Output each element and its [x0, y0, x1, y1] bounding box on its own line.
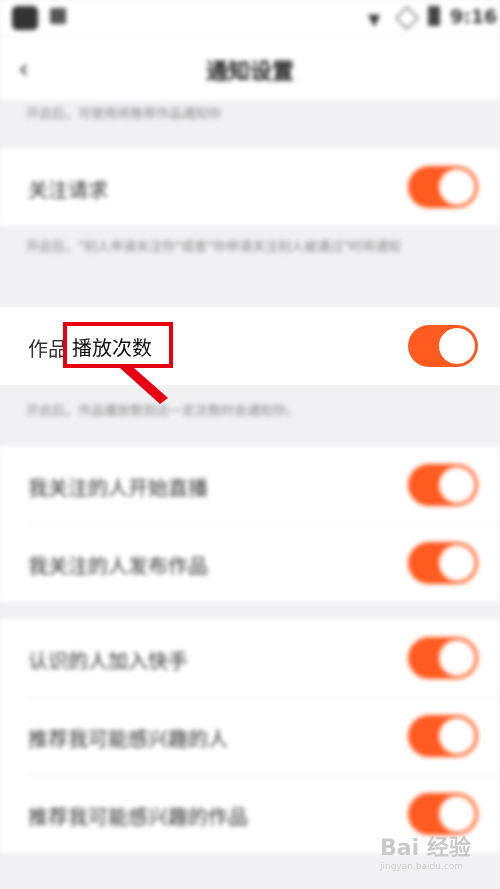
row-label: 我关注的人发布作品: [28, 554, 208, 578]
baidu-watermark: Bai 经验: [380, 836, 471, 861]
settings-row-recommend-people: 推荐我可能感兴趣的人: [0, 697, 500, 775]
toggle-knob: [439, 545, 475, 581]
row-label: 推荐我可能感兴趣的人: [28, 727, 228, 751]
toggle-knob: [439, 640, 475, 676]
acquaintance-toggle[interactable]: [408, 637, 478, 679]
toggle-knob: [439, 467, 475, 503]
row-label: 我关注的人开始直播: [28, 476, 208, 500]
settings-row-live-start: 我关注的人开始直播: [0, 446, 500, 524]
row-label: 推荐我可能感兴趣的作品: [28, 805, 248, 829]
recommend-works-toggle[interactable]: [408, 793, 478, 835]
row-label: 认识的人加入快手: [28, 649, 188, 673]
settings-row-acquaintance: 认识的人加入快手: [0, 619, 500, 697]
settings-row-new-work: 我关注的人发布作品: [0, 524, 500, 602]
new-work-toggle[interactable]: [408, 542, 478, 584]
following-section: 我关注的人开始直播 我关注的人发布作品: [0, 446, 500, 602]
watermark-url: jingyan.baidu.com: [380, 862, 464, 872]
recommendation-section: 认识的人加入快手 推荐我可能感兴趣的人 推荐我可能感兴趣的作品: [0, 619, 500, 853]
toggle-knob: [439, 796, 475, 832]
toggle-knob: [439, 718, 475, 754]
recommend-people-toggle[interactable]: [408, 715, 478, 757]
live-start-toggle[interactable]: [408, 464, 478, 506]
